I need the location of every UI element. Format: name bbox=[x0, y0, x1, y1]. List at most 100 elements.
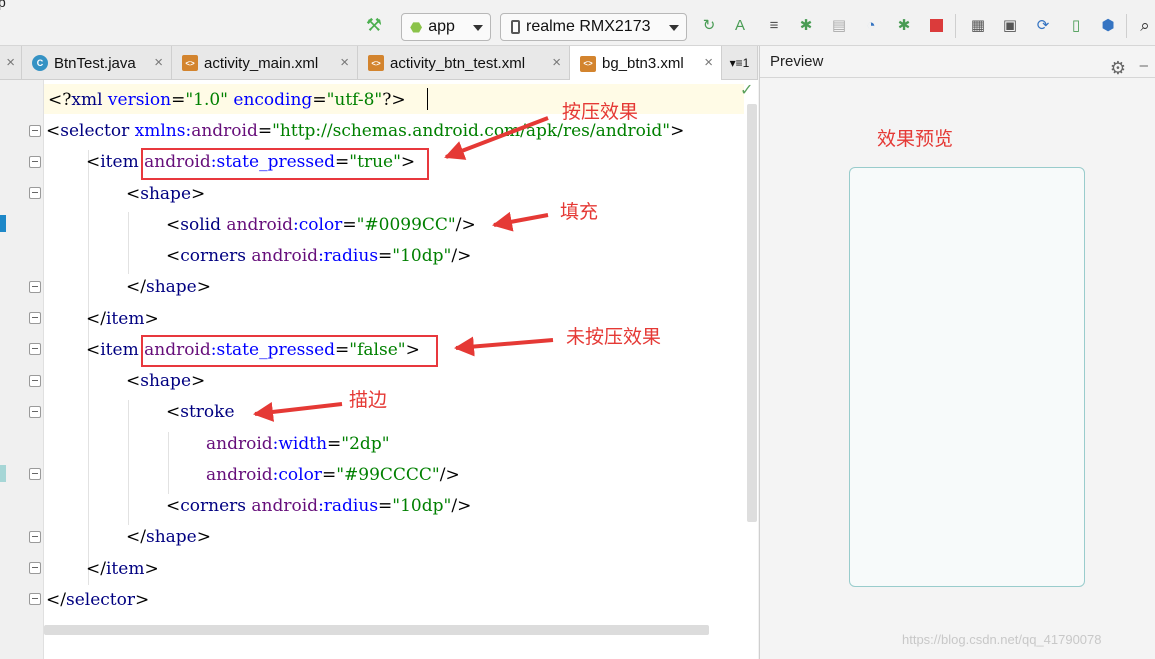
tab-hidden-left[interactable]: × bbox=[0, 46, 22, 80]
stop-icon[interactable] bbox=[926, 15, 946, 35]
profiler-icon[interactable]: ◔ bbox=[861, 15, 881, 35]
xml-file-icon: <> bbox=[182, 55, 198, 71]
close-icon[interactable]: × bbox=[552, 54, 561, 71]
sdk-manager-icon[interactable]: ⬢ bbox=[1098, 15, 1118, 35]
fold-icon[interactable] bbox=[29, 156, 41, 168]
fold-icon[interactable] bbox=[29, 593, 41, 605]
gear-icon[interactable]: ⚙ bbox=[1110, 52, 1126, 84]
tab-btntest-java[interactable]: C BtnTest.java × bbox=[22, 46, 172, 80]
annotation-pressed: 按压效果 bbox=[562, 102, 639, 123]
close-icon[interactable]: × bbox=[154, 54, 163, 71]
code-line: <?xml version="1.0" encoding="utf-8"?> bbox=[48, 90, 406, 110]
annotation-stroke: 描边 bbox=[349, 390, 388, 411]
sync-gradle-icon[interactable]: ⟳ bbox=[1033, 15, 1053, 35]
xml-file-icon: <> bbox=[580, 55, 596, 72]
code-line: <stroke bbox=[166, 402, 235, 422]
fold-icon[interactable] bbox=[29, 562, 41, 574]
toolbar-separator bbox=[955, 14, 956, 38]
xml-file-icon: <> bbox=[368, 55, 384, 71]
toolbar-separator bbox=[1126, 14, 1127, 38]
code-line: <corners android:radius="10dp"/> bbox=[166, 246, 472, 266]
close-icon[interactable]: × bbox=[6, 54, 15, 71]
tab-label: BtnTest.java bbox=[54, 54, 136, 72]
fold-icon[interactable] bbox=[29, 281, 41, 293]
highlight-box-unpressed bbox=[141, 335, 438, 367]
device-select[interactable]: realme RMX2173 bbox=[500, 13, 687, 41]
run-config-select[interactable]: ⬣ app bbox=[401, 13, 491, 41]
code-line: </item> bbox=[86, 559, 159, 579]
preview-title: Preview bbox=[770, 53, 824, 70]
code-line: <corners android:radius="10dp"/> bbox=[166, 496, 472, 516]
fold-icon[interactable] bbox=[29, 312, 41, 324]
color-marker bbox=[0, 465, 6, 482]
fold-icon[interactable] bbox=[29, 406, 41, 418]
indent-guide bbox=[128, 400, 129, 525]
change-marker bbox=[0, 215, 6, 232]
run-config-label: app bbox=[428, 18, 455, 35]
tab-overflow-menu[interactable]: ▾≡1 bbox=[722, 46, 758, 80]
avd-manager-icon[interactable]: ▯ bbox=[1066, 15, 1086, 35]
tab-activity-btn-test-xml[interactable]: <> activity_btn_test.xml × bbox=[358, 46, 570, 80]
project-structure-icon[interactable]: ▦ bbox=[968, 15, 988, 35]
code-line: </selector> bbox=[46, 590, 150, 610]
tab-label: activity_btn_test.xml bbox=[390, 54, 526, 72]
preview-header: Preview ⚙ – bbox=[760, 46, 1155, 78]
fold-icon[interactable] bbox=[29, 187, 41, 199]
device-label: realme RMX2173 bbox=[526, 18, 651, 35]
editor-tabs: × C BtnTest.java × <> activity_main.xml … bbox=[0, 46, 758, 81]
close-icon[interactable]: × bbox=[704, 54, 713, 71]
build-hammer-icon[interactable]: ⚒ bbox=[364, 15, 384, 35]
chevron-down-icon bbox=[473, 25, 483, 31]
minimize-icon[interactable]: – bbox=[1140, 50, 1148, 82]
watermark: https://blog.csdn.net/qq_41790078 bbox=[902, 632, 1102, 647]
search-icon[interactable]: ⌕ bbox=[1135, 15, 1155, 35]
drawable-preview-shape bbox=[849, 167, 1085, 587]
apply-changes-icon[interactable]: ↻ bbox=[699, 15, 719, 35]
annotation-preview: 效果预览 bbox=[877, 129, 954, 150]
horizontal-scrollbar[interactable] bbox=[44, 625, 709, 635]
code-line: </shape> bbox=[126, 527, 211, 547]
android-icon: ⬣ bbox=[410, 18, 423, 35]
java-class-icon: C bbox=[32, 55, 48, 71]
indent-guide bbox=[128, 212, 129, 274]
tab-label: bg_btn3.xml bbox=[602, 55, 684, 72]
apply-code-changes-icon[interactable]: A bbox=[730, 15, 750, 35]
code-line: </shape> bbox=[126, 277, 211, 297]
tab-activity-main-xml[interactable]: <> activity_main.xml × bbox=[172, 46, 358, 80]
code-line: <selector xmlns:android="http://schemas.… bbox=[46, 121, 685, 141]
window-menu-fragment: p bbox=[0, 0, 6, 10]
vertical-scrollbar[interactable] bbox=[747, 104, 757, 522]
highlight-box-pressed bbox=[141, 148, 429, 180]
tab-bg-btn3-xml[interactable]: <> bg_btn3.xml × bbox=[570, 46, 722, 81]
code-line: <shape> bbox=[126, 371, 206, 391]
close-icon[interactable]: × bbox=[340, 54, 349, 71]
code-line: android:color="#99CCCC"/> bbox=[206, 465, 460, 485]
tab-label: activity_main.xml bbox=[204, 54, 319, 72]
code-line: </item> bbox=[86, 309, 159, 329]
phone-icon bbox=[511, 20, 520, 34]
layout-inspector-icon[interactable]: ▣ bbox=[1000, 15, 1020, 35]
code-editor[interactable]: ✓ <?xml version="1.0" encoding="utf-8"?>… bbox=[0, 80, 758, 659]
annotation-fill: 填充 bbox=[560, 202, 599, 223]
fold-icon[interactable] bbox=[29, 468, 41, 480]
editor-gutter bbox=[0, 80, 44, 659]
preview-panel: Preview ⚙ – bbox=[759, 46, 1155, 659]
indent-guide bbox=[168, 432, 169, 494]
fold-icon[interactable] bbox=[29, 531, 41, 543]
text-caret bbox=[427, 88, 428, 110]
annotation-unpressed: 未按压效果 bbox=[566, 327, 662, 348]
fold-icon[interactable] bbox=[29, 343, 41, 355]
code-line: android:width="2dp" bbox=[206, 434, 390, 454]
check-icon: ✓ bbox=[740, 82, 754, 99]
main-toolbar: p ⚒ ⬣ app realme RMX2173 ↻ A ≡ ✱ ▤ ◔ ✱ ▦… bbox=[0, 0, 1155, 46]
code-line: <solid android:color="#0099CC"/> bbox=[166, 215, 476, 235]
indent-guide bbox=[88, 150, 89, 585]
chevron-down-icon bbox=[669, 25, 679, 31]
coverage-icon[interactable]: ▤ bbox=[829, 15, 849, 35]
debug-icon[interactable]: ✱ bbox=[796, 15, 816, 35]
attach-debugger-icon[interactable]: ✱ bbox=[894, 15, 914, 35]
code-line: <shape> bbox=[126, 184, 206, 204]
fold-icon[interactable] bbox=[29, 375, 41, 387]
fold-icon[interactable] bbox=[29, 125, 41, 137]
run-tests-icon[interactable]: ≡ bbox=[764, 15, 784, 35]
